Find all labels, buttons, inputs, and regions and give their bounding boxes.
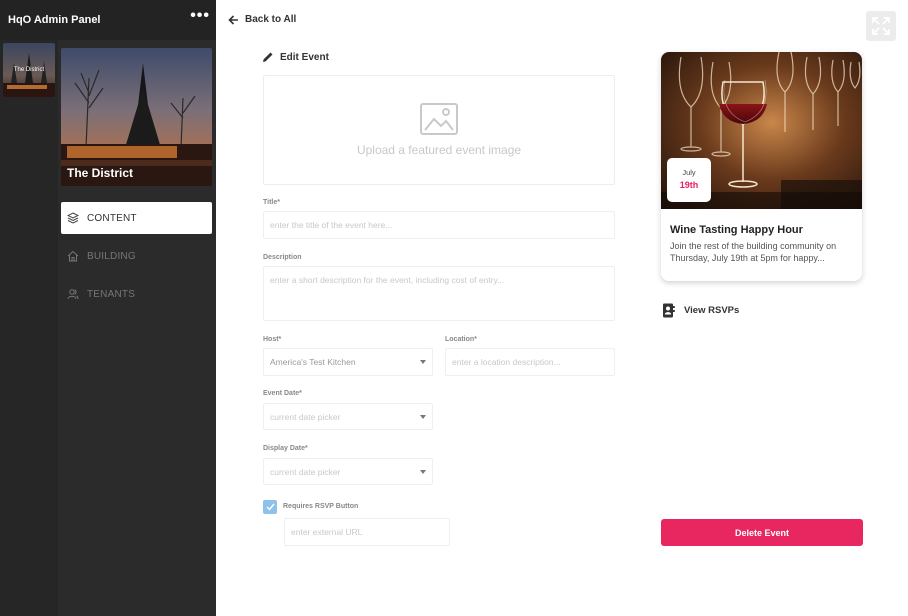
upload-text: Upload a featured event image — [356, 143, 522, 157]
image-icon — [420, 103, 458, 135]
caret-down-icon — [420, 360, 426, 364]
image-upload-area[interactable]: Upload a featured event image — [263, 75, 615, 185]
pencil-icon — [263, 52, 273, 62]
layers-icon — [67, 212, 79, 224]
date-day: 19th — [679, 180, 699, 190]
property-thumbnail-small[interactable]: The District — [3, 43, 55, 97]
sidebar-item-label: TENANTS — [87, 288, 136, 300]
sidebar-item-building[interactable]: BUILDING — [61, 240, 212, 272]
event-preview-card: July 19th Wine Tasting Happy Hour Join t… — [661, 52, 862, 281]
expand-button[interactable] — [866, 11, 896, 41]
title-input[interactable] — [263, 211, 615, 239]
caret-down-icon — [420, 469, 426, 474]
title-label: Title* — [263, 199, 280, 206]
description-label: Description — [263, 254, 302, 261]
host-value: America's Test Kitchen — [270, 357, 356, 367]
location-input[interactable] — [445, 348, 615, 376]
home-icon — [67, 250, 79, 262]
display-date-picker[interactable]: current date picker — [263, 458, 433, 485]
more-dots-icon[interactable]: ••• — [190, 8, 210, 24]
checkmark-icon — [266, 503, 275, 511]
sidebar-item-label: CONTENT — [87, 212, 137, 224]
view-rsvps-link[interactable]: View RSVPs — [662, 303, 739, 318]
delete-event-button[interactable]: Delete Event — [661, 519, 863, 546]
requires-rsvp-label: Requires RSVP Button — [283, 503, 359, 510]
caret-down-icon — [420, 414, 426, 419]
back-to-all-link[interactable]: Back to All — [228, 14, 296, 25]
requires-rsvp-checkbox[interactable] — [263, 500, 277, 514]
arrow-left-icon — [228, 14, 238, 25]
view-rsvps-label: View RSVPs — [684, 305, 740, 316]
sidebar-header: HqO Admin Panel ••• — [0, 0, 216, 40]
host-label: Host* — [263, 336, 282, 343]
back-label: Back to All — [245, 14, 297, 25]
sidebar-item-content[interactable]: CONTENT — [61, 202, 212, 234]
event-title: Wine Tasting Happy Hour — [670, 224, 803, 236]
property-rail — [0, 40, 58, 616]
users-icon — [67, 289, 79, 300]
expand-icon — [872, 17, 890, 35]
property-thumbnail: The District — [61, 48, 212, 186]
contact-book-icon — [663, 303, 675, 318]
date-month: July — [682, 168, 696, 177]
event-date-placeholder: current date picker — [270, 411, 341, 422]
date-badge: July 19th — [667, 158, 711, 202]
event-date-picker[interactable]: current date picker — [263, 403, 433, 430]
display-date-label: Display Date* — [263, 445, 308, 452]
section-title-text: Edit Event — [280, 51, 329, 63]
display-date-placeholder: current date picker — [270, 466, 341, 477]
event-description: Join the rest of the building community … — [670, 241, 837, 263]
host-select[interactable]: America's Test Kitchen — [263, 348, 433, 376]
location-label: Location* — [445, 336, 477, 343]
section-title: Edit Event — [262, 51, 329, 63]
property-thumbnail-small-label: The District — [13, 67, 45, 73]
property-name: The District — [67, 166, 134, 180]
description-input[interactable] — [263, 266, 615, 321]
app-title: HqO Admin Panel — [8, 14, 101, 26]
sidebar-item-label: BUILDING — [87, 250, 136, 262]
event-date-label: Event Date* — [263, 390, 302, 397]
sidebar-item-tenants[interactable]: TENANTS — [61, 278, 212, 310]
external-url-input[interactable] — [284, 518, 450, 546]
